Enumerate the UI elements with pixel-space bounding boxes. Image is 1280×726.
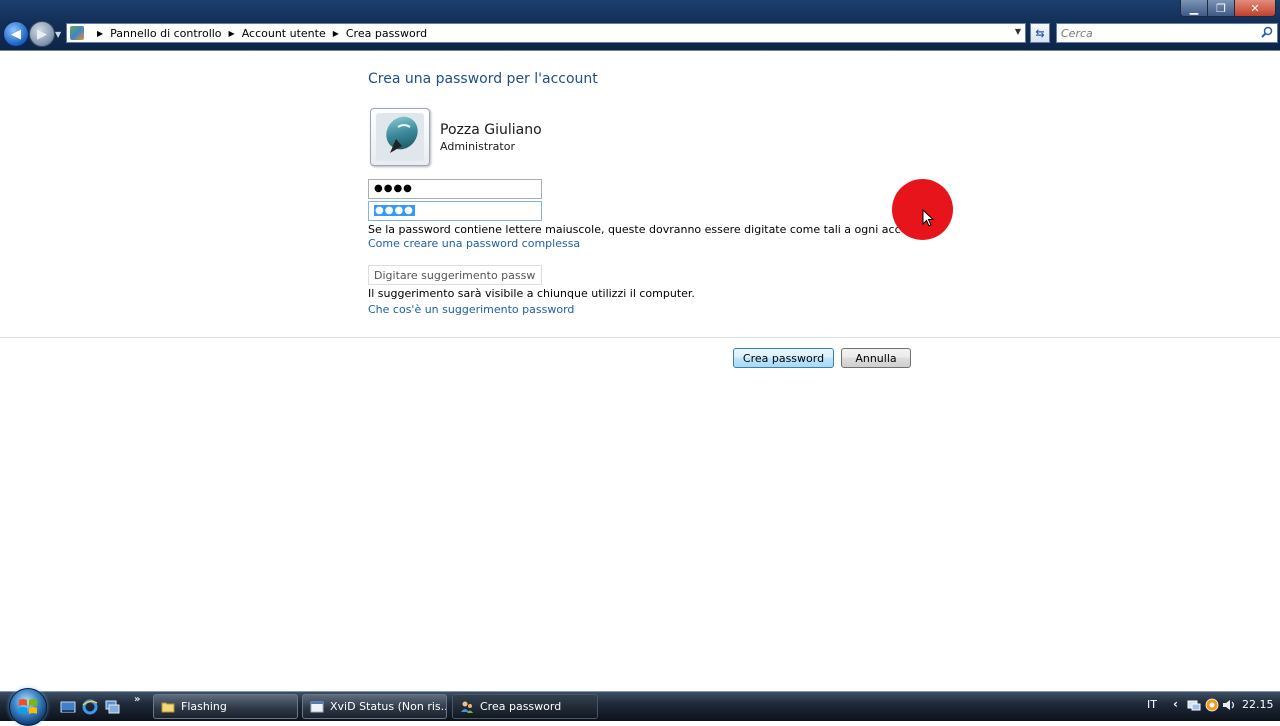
avatar xyxy=(370,108,430,166)
breadcrumb-user-accounts[interactable]: Account utente xyxy=(242,27,326,40)
chevron-down-icon: ▼ xyxy=(55,30,62,39)
task-label: Crea password xyxy=(480,700,562,713)
search-input[interactable] xyxy=(1057,24,1255,42)
user-accounts-icon xyxy=(461,701,473,713)
mouse-cursor-icon xyxy=(922,209,934,227)
back-button[interactable]: ◀ xyxy=(3,21,29,47)
task-flashing[interactable]: Flashing xyxy=(153,694,298,719)
new-password-field[interactable]: ●●●● xyxy=(368,179,542,199)
password-hint-input[interactable] xyxy=(368,265,542,285)
address-dropdown-icon[interactable]: ▼ xyxy=(1015,27,1021,36)
minimize-button[interactable]: ▁ xyxy=(1181,0,1207,16)
network-icon[interactable] xyxy=(1187,698,1201,712)
show-hidden-icons-button[interactable]: ‹ xyxy=(1173,697,1178,711)
task-label: Flashing xyxy=(181,700,227,713)
main-content: Crea una password per l'account Pozza Gi… xyxy=(0,51,1280,691)
task-xvid-status[interactable]: XviD Status (Non ris... xyxy=(302,694,447,719)
close-button[interactable]: ✕ xyxy=(1234,0,1275,16)
cancel-button[interactable]: Annulla xyxy=(841,348,911,368)
search-box[interactable] xyxy=(1056,23,1278,43)
search-icon[interactable] xyxy=(1261,26,1273,38)
recent-pages-dropdown[interactable]: ▼ xyxy=(55,30,61,39)
internet-explorer-icon[interactable] xyxy=(82,699,98,715)
forward-button[interactable]: ▶ xyxy=(29,21,55,47)
language-indicator[interactable]: IT xyxy=(1147,698,1157,711)
caps-note: Se la password contiene lettere maiuscol… xyxy=(368,223,929,236)
application-window-icon xyxy=(310,701,324,712)
refresh-icon: ⇆ xyxy=(1035,26,1045,40)
breadcrumb-arrow-icon[interactable]: ▶ xyxy=(229,29,235,38)
hint-note: Il suggerimento sarà visibile a chiunque… xyxy=(368,287,695,300)
quicklaunch-overflow-button[interactable]: » xyxy=(134,694,140,705)
window-controls: ▁ ❐ ✕ xyxy=(1180,0,1276,17)
breadcrumb-arrow-icon[interactable]: ▶ xyxy=(97,29,103,38)
divider xyxy=(0,337,1280,338)
strong-password-link[interactable]: Come creare una password complessa xyxy=(368,237,580,250)
address-bar[interactable]: ▶ Pannello di controllo ▶ Account utente… xyxy=(66,23,1026,43)
volume-icon[interactable] xyxy=(1222,698,1236,712)
switch-windows-icon[interactable] xyxy=(104,699,120,715)
confirm-password-field[interactable]: ●●●● xyxy=(368,201,542,221)
password-mask: ●●●● xyxy=(374,183,413,194)
confirm-password-mask: ●●●● xyxy=(374,205,415,216)
task-label: XviD Status (Non ris... xyxy=(330,700,447,713)
explorer-toolbar: ▁ ❐ ✕ ◀ ▶ ▼ ▶ Pannello di controllo ▶ Ac… xyxy=(0,0,1280,51)
control-panel-icon xyxy=(70,26,84,40)
breadcrumb-arrow-icon[interactable]: ▶ xyxy=(333,29,339,38)
page-title: Crea una password per l'account xyxy=(368,71,598,87)
user-name: Pozza Giuliano xyxy=(440,122,542,138)
breadcrumb-control-panel[interactable]: Pannello di controllo xyxy=(110,27,221,40)
breadcrumb-create-password[interactable]: Crea password xyxy=(346,27,427,40)
antivirus-icon[interactable] xyxy=(1205,698,1219,712)
system-clock[interactable]: 22.15 xyxy=(1242,698,1274,711)
hint-help-link[interactable]: Che cos'è un suggerimento password xyxy=(368,303,574,316)
user-role: Administrator xyxy=(440,140,515,153)
taskbar: » Flashing XviD Status (Non ris... Crea … xyxy=(0,688,1280,726)
user-picture-icon xyxy=(376,113,424,161)
task-create-password[interactable]: Crea password xyxy=(452,694,598,719)
start-button[interactable] xyxy=(9,688,47,726)
windows-logo-icon xyxy=(19,699,37,714)
refresh-button[interactable]: ⇆ xyxy=(1030,23,1050,43)
create-password-button[interactable]: Crea password xyxy=(733,348,834,368)
maximize-button[interactable]: ❐ xyxy=(1207,0,1234,16)
folder-icon xyxy=(161,702,175,712)
show-desktop-icon[interactable] xyxy=(60,699,76,715)
arrow-left-icon: ◀ xyxy=(11,26,21,42)
arrow-right-icon: ▶ xyxy=(37,26,47,42)
